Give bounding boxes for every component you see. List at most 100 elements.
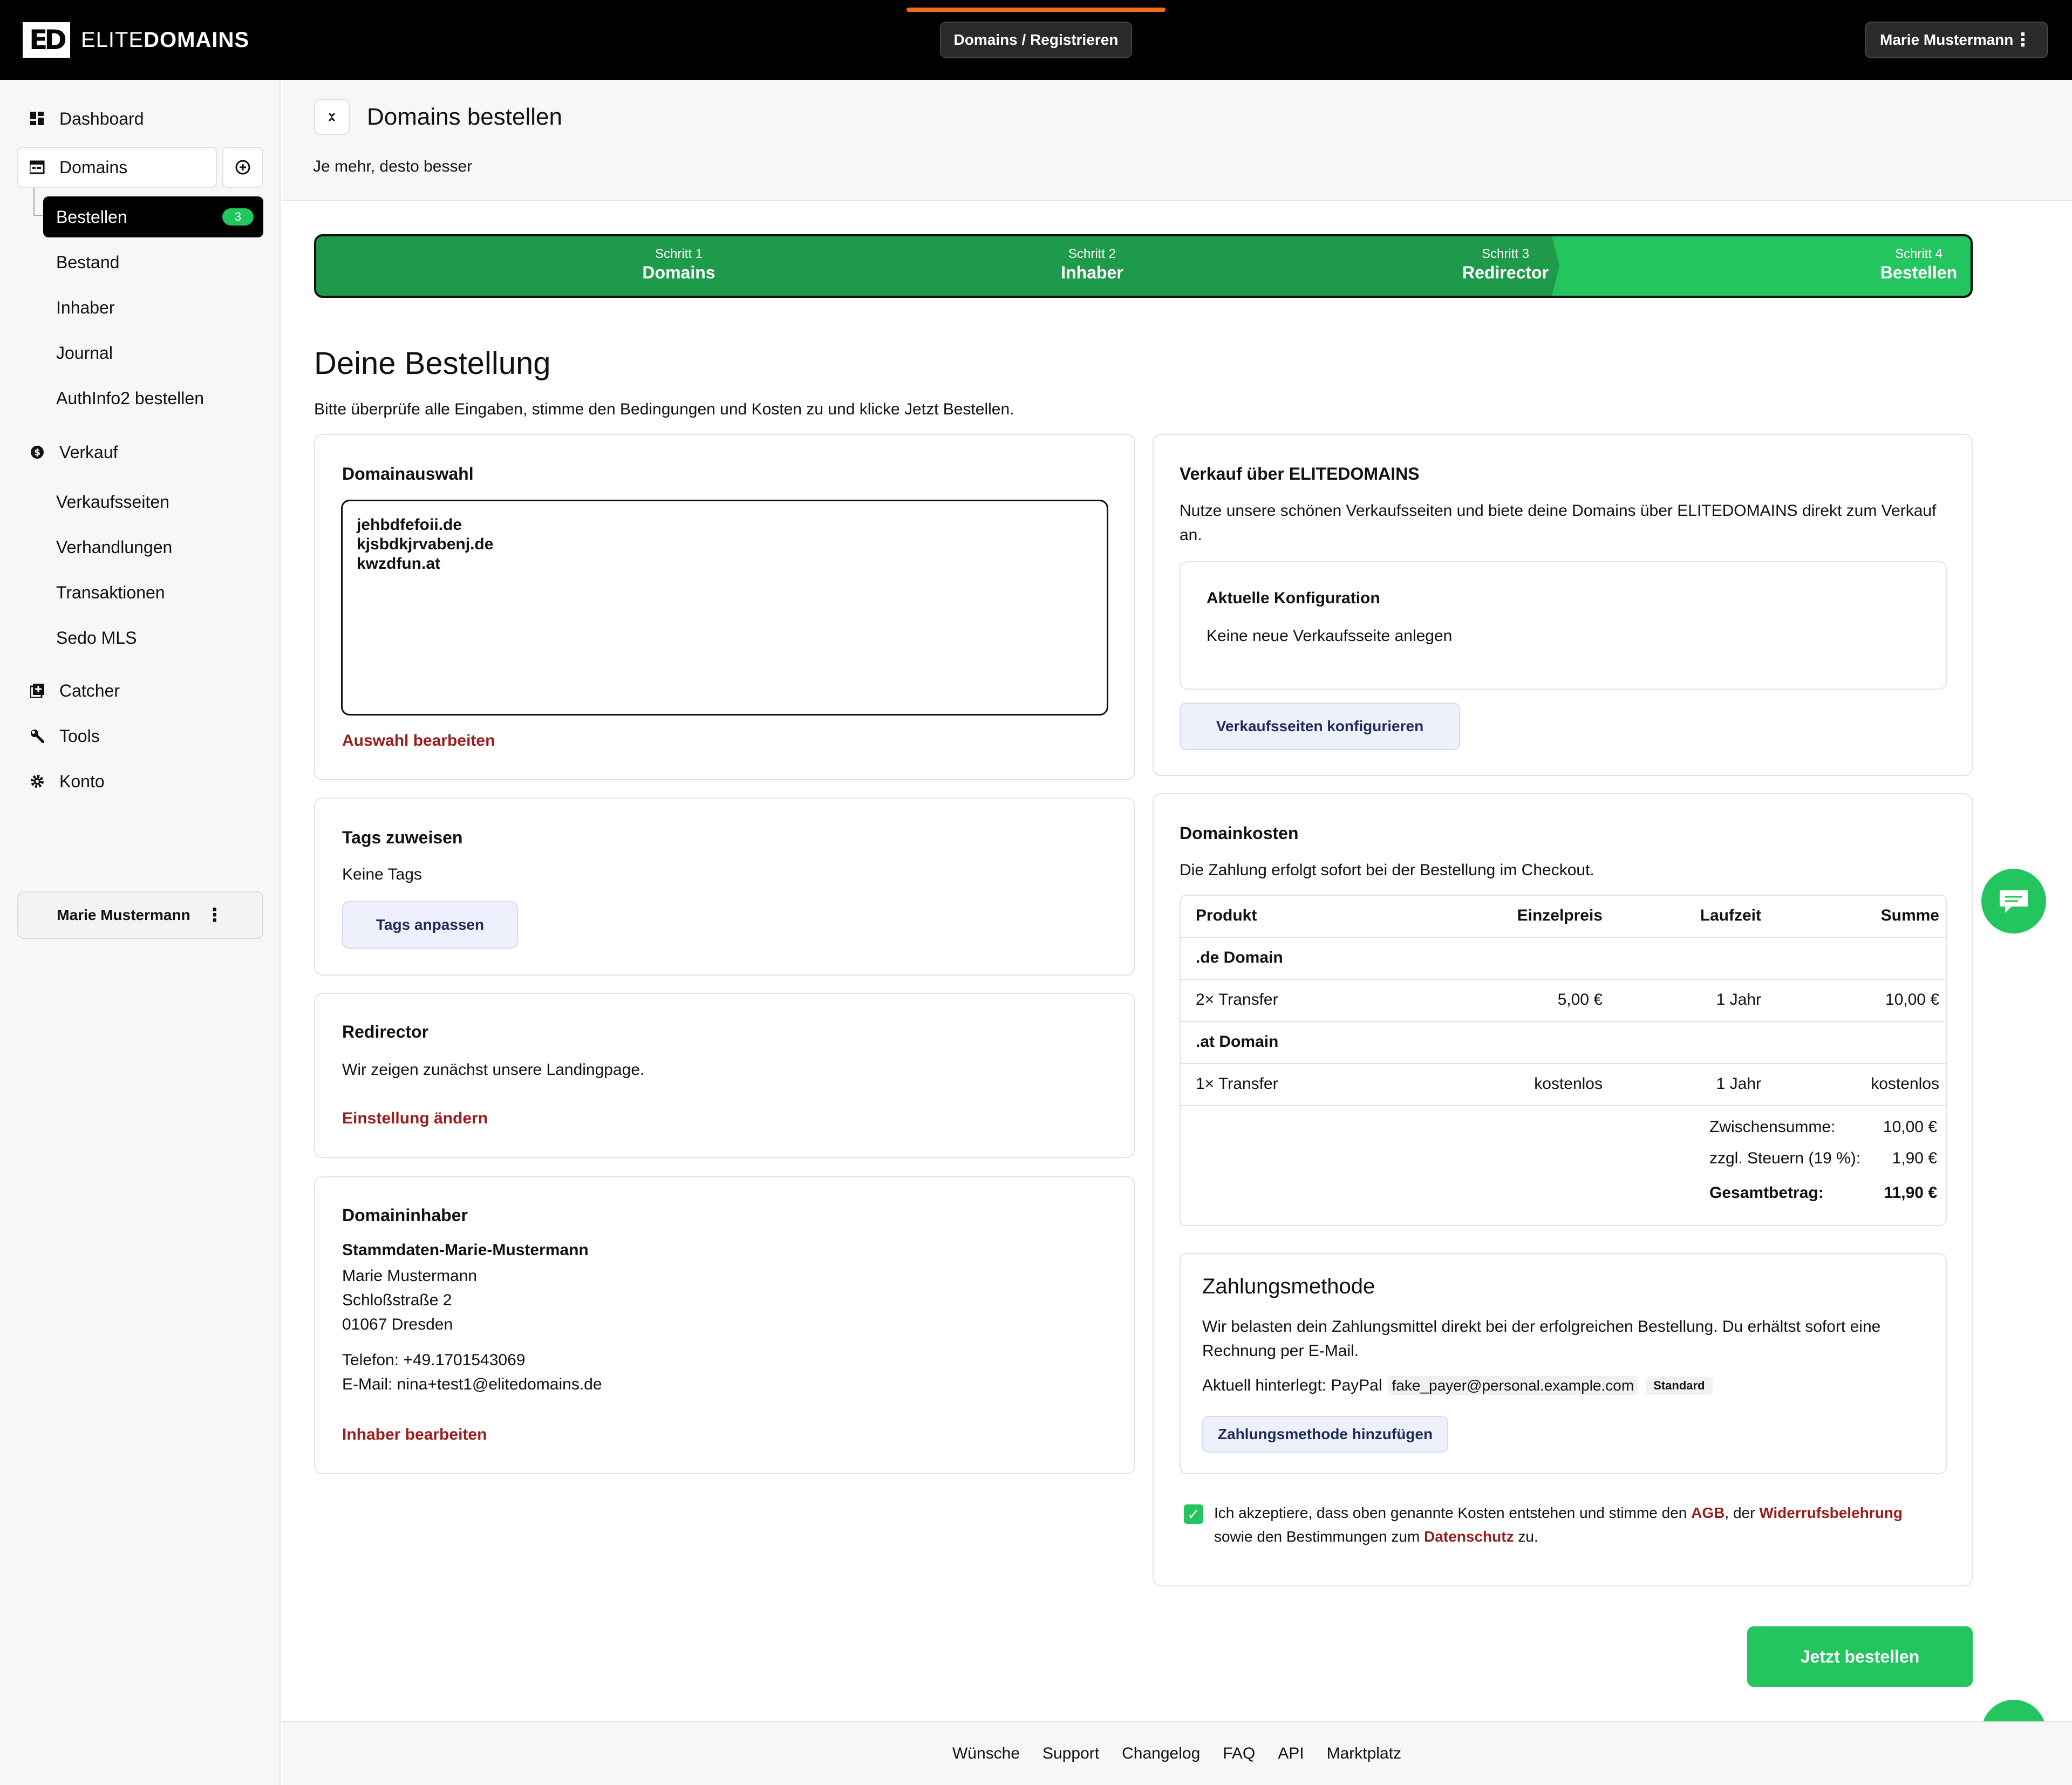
card-title: Redirector xyxy=(342,1022,429,1041)
breadcrumb-button[interactable]: Domains / Registrieren xyxy=(940,22,1132,58)
table-row: 2× Transfer 5,00 € 1 Jahr 10,00 € xyxy=(1181,980,1946,1022)
wrench-icon xyxy=(29,728,45,744)
footer: Wünsche Support Changelog FAQ API Marktp… xyxy=(282,1721,2072,1785)
dollar-coin-icon: $ xyxy=(29,444,45,460)
page-header: Domains bestellen Je mehr, desto besser xyxy=(282,80,2072,201)
sidebar-item-catcher[interactable]: Catcher xyxy=(16,670,264,711)
card-title: Domainauswahl xyxy=(342,464,474,483)
sidebar-item-verkaufsseiten[interactable]: Verkaufsseiten xyxy=(43,481,264,522)
cart-count-badge: 3 xyxy=(222,208,254,226)
config-value: Keine neue Verkaufsseite anlegen xyxy=(1207,627,1453,645)
withdrawal-link[interactable]: Widerrufsbelehrung xyxy=(1759,1504,1903,1521)
sidebar-item-journal[interactable]: Journal xyxy=(43,332,264,373)
configure-sale-pages-button[interactable]: Verkaufsseiten konfigurieren xyxy=(1180,703,1460,750)
owner-phone: Telefon: +49.1701543069 xyxy=(342,1351,526,1369)
sidebar-item-label: Dashboard xyxy=(59,108,144,128)
sidebar-item-tools[interactable]: Tools xyxy=(16,716,264,757)
owner-profile: Stammdaten-Marie-Mustermann xyxy=(342,1241,589,1259)
chat-icon xyxy=(2000,890,2028,913)
tags-card: Tags zuweisen Keine Tags Tags anpassen xyxy=(314,798,1135,976)
terms-checkbox[interactable]: ✓ xyxy=(1184,1504,1203,1524)
footer-link-api[interactable]: API xyxy=(1278,1745,1304,1763)
owner-street: Schloßstraße 2 xyxy=(342,1291,452,1309)
user-name: Marie Mustermann xyxy=(57,907,190,923)
tax-label: zzgl. Steuern (19 %): xyxy=(1709,1149,1861,1167)
card-title: Domaininhaber xyxy=(342,1205,468,1225)
payment-method-box: Zahlungsmethode Wir belasten dein Zahlun… xyxy=(1180,1253,1947,1474)
chat-button[interactable] xyxy=(1981,869,2046,934)
table-group-de: .de Domain xyxy=(1181,938,1946,980)
subtotal-label: Zwischensumme: xyxy=(1709,1118,1836,1136)
order-intro: Bitte überprüfe alle Eingaben, stimme de… xyxy=(314,400,1014,418)
step-inhaber[interactable]: Schritt 2 Inhaber xyxy=(930,246,1254,283)
domain-list-textarea[interactable]: jehbdfefoii.de kjsbdkjrvabenj.de kwzdfun… xyxy=(341,500,1108,716)
sidebar-item-sedo[interactable]: Sedo MLS xyxy=(43,617,264,658)
current-config-box: Aktuelle Konfiguration Keine neue Verkau… xyxy=(1180,561,1947,690)
sidebar-item-konto[interactable]: Konto xyxy=(16,761,264,802)
footer-link-support[interactable]: Support xyxy=(1042,1745,1099,1763)
edit-selection-link[interactable]: Auswahl bearbeiten xyxy=(342,732,495,750)
sidebar-item-transaktionen[interactable]: Transaktionen xyxy=(43,572,264,613)
page-subtitle: Je mehr, desto besser xyxy=(313,158,473,175)
sidebar-item-authinfo[interactable]: AuthInfo2 bestellen xyxy=(43,378,264,419)
footer-link-faq[interactable]: FAQ xyxy=(1223,1745,1255,1763)
user-menu-button[interactable]: Marie Mustermann ⋮ xyxy=(1865,22,2048,58)
order-heading: Deine Bestellung xyxy=(314,346,551,381)
collapse-button[interactable] xyxy=(314,99,350,135)
order-now-button[interactable]: Jetzt bestellen xyxy=(1747,1626,1973,1687)
change-setting-link[interactable]: Einstellung ändern xyxy=(342,1109,488,1128)
sidebar-item-bestellen[interactable]: Bestellen 3 xyxy=(43,196,263,237)
sale-text: Nutze unsere schönen Verkaufsseiten und … xyxy=(1180,502,1937,544)
card-title: Tags zuweisen xyxy=(342,828,463,847)
adjust-tags-button[interactable]: Tags anpassen xyxy=(342,901,518,949)
domain-selection-card: Domainauswahl jehbdfefoii.de kjsbdkjrvab… xyxy=(314,434,1135,780)
owner-card: Domaininhaber Stammdaten-Marie-Musterman… xyxy=(314,1176,1135,1474)
footer-link-wuensche[interactable]: Wünsche xyxy=(952,1745,1020,1763)
sidebar-item-inhaber[interactable]: Inhaber xyxy=(43,287,264,328)
sidebar-item-bestand[interactable]: Bestand xyxy=(43,242,264,283)
costs-card: Domainkosten Die Zahlung erfolgt sofort … xyxy=(1153,793,1973,1586)
elitedomains-logo[interactable]: ED ELITEDOMAINS xyxy=(23,22,249,58)
sidebar-item-dashboard[interactable]: Dashboard xyxy=(16,98,264,139)
sidebar-item-verkauf[interactable]: $ Verkauf xyxy=(16,432,264,473)
step-redirector[interactable]: Schritt 3 Redirector xyxy=(1344,246,1667,283)
collapse-chevrons-icon xyxy=(328,112,336,122)
gear-icon xyxy=(29,773,45,789)
user-name: Marie Mustermann xyxy=(1880,31,2014,48)
sidebar-user-button[interactable]: Marie Mustermann ⋮ xyxy=(17,891,263,939)
owner-name: Marie Mustermann xyxy=(342,1267,478,1285)
payment-text: Wir belasten dein Zahlungsmittel direkt … xyxy=(1202,1318,1881,1360)
footer-link-changelog[interactable]: Changelog xyxy=(1122,1745,1200,1763)
tree-connector xyxy=(33,188,44,216)
sidebar-item-label: Domains xyxy=(59,157,128,177)
table-group-at: .at Domain xyxy=(1181,1022,1946,1064)
step-bestellen[interactable]: Schritt 4 Bestellen xyxy=(1757,246,1971,283)
add-payment-method-button[interactable]: Zahlungsmethode hinzufügen xyxy=(1202,1416,1448,1453)
order-stepper: Schritt 1 Domains Schritt 2 Inhaber Schr… xyxy=(314,234,1973,298)
config-title: Aktuelle Konfiguration xyxy=(1207,589,1380,607)
table-header: Produkt Einzelpreis Laufzeit Summe xyxy=(1181,896,1946,938)
step-domains[interactable]: Schritt 1 Domains xyxy=(517,246,841,283)
sidebar-item-verhandlungen[interactable]: Verhandlungen xyxy=(43,527,264,568)
footer-link-marktplatz[interactable]: Marktplatz xyxy=(1327,1745,1401,1763)
sale-card: Verkauf über ELITEDOMAINS Nutze unsere s… xyxy=(1153,434,1973,776)
agb-link[interactable]: AGB xyxy=(1691,1504,1725,1521)
card-title: Verkauf über ELITEDOMAINS xyxy=(1180,464,1420,483)
privacy-link[interactable]: Datenschutz xyxy=(1424,1528,1514,1545)
sidebar-item-label: Verkauf xyxy=(59,442,118,462)
tags-value: Keine Tags xyxy=(342,866,422,883)
paypal-email: fake_payer@personal.example.com xyxy=(1387,1376,1639,1395)
domains-icon xyxy=(29,159,45,175)
plus-circle-icon xyxy=(235,160,250,175)
edit-owner-link[interactable]: Inhaber bearbeiten xyxy=(342,1426,487,1444)
owner-email: E-Mail: nina+test1@elitedomains.de xyxy=(342,1375,602,1393)
progress-indicator xyxy=(906,8,1166,12)
sidebar-item-label: Konto xyxy=(59,771,105,791)
total-value: 11,90 € xyxy=(1884,1184,1937,1202)
page-title: Domains bestellen xyxy=(367,104,562,130)
sidebar-item-label: Catcher xyxy=(59,680,120,700)
kebab-menu-icon: ⋮ xyxy=(2014,30,2032,50)
subtotal-value: 10,00 € xyxy=(1883,1118,1937,1136)
add-domain-button[interactable] xyxy=(222,147,263,188)
sidebar-item-label: Tools xyxy=(59,726,100,746)
